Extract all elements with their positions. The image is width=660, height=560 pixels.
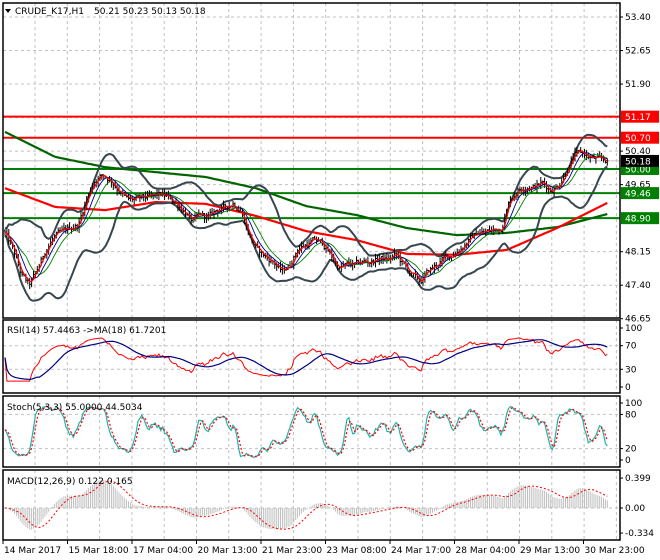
triangle-down-icon[interactable] xyxy=(5,9,11,13)
ma-blue-line xyxy=(4,152,608,279)
price-bar xyxy=(545,181,548,194)
level-label-resistance: 50.70 xyxy=(625,134,651,144)
rsi-tick-label: 100 xyxy=(625,324,642,334)
rsi-tick-label: 70 xyxy=(625,342,637,352)
time-tick-label: 24 Mar 17:00 xyxy=(391,546,451,556)
axes: 53.4052.6551.9050.4049.6548.1547.4046.65… xyxy=(2,13,659,556)
macd-signal-line xyxy=(4,480,608,530)
price-tick-label: 48.15 xyxy=(625,248,651,258)
ma-red-fast-line xyxy=(4,150,608,283)
trading-chart[interactable]: 53.4052.6551.9050.4049.6548.1547.4046.65… xyxy=(0,0,660,560)
price-bar xyxy=(30,277,33,288)
stoch-main-line xyxy=(4,405,608,459)
price-bar xyxy=(579,147,582,153)
stoch-label: Stoch(5,3,3) 55.0000 44.5034 xyxy=(7,403,143,413)
time-tick-label: 23 Mar 08:00 xyxy=(327,546,387,556)
level-label-support: 48.90 xyxy=(625,215,651,225)
level-label-resistance: 51.17 xyxy=(625,113,651,123)
time-tick-label: 17 Mar 04:00 xyxy=(133,546,193,556)
price-tick-label: 47.40 xyxy=(625,281,651,291)
time-tick-label: 21 Mar 23:00 xyxy=(262,546,322,556)
price-bar xyxy=(268,254,271,267)
macd-label: MACD(12,26,9) 0.122 0.165 xyxy=(7,477,133,487)
stochastic-panel[interactable] xyxy=(4,405,608,459)
current-price-label: 50.18 xyxy=(625,157,651,167)
stoch-tick-label: 100 xyxy=(625,399,642,409)
rsi-panel[interactable] xyxy=(4,337,608,382)
price-tick-label: 53.40 xyxy=(625,13,651,23)
price-tick-label: 52.65 xyxy=(625,47,651,57)
ma-long-green-line xyxy=(4,130,608,237)
rsi-label: RSI(14) 57.4463 ->MA(18) 61.7201 xyxy=(7,326,166,336)
rsi-tick-label: 30 xyxy=(625,365,637,375)
macd-tick-label: -0.334 xyxy=(625,529,654,539)
price-bar xyxy=(522,186,525,196)
time-tick-label: 20 Mar 13:00 xyxy=(198,546,258,556)
price-bar xyxy=(315,236,318,244)
macd-tick-label: 0.00 xyxy=(625,504,645,514)
price-bar xyxy=(435,261,438,269)
macd-panel[interactable] xyxy=(4,479,608,530)
price-bar xyxy=(399,252,402,267)
level-label-support: 49.46 xyxy=(625,190,651,200)
chart-header: CRUDE_K17,H1 50.21 50.23 50.13 50.18 xyxy=(5,7,206,17)
main-price-panel[interactable] xyxy=(3,115,620,302)
ma-green-thin-line xyxy=(4,154,608,276)
time-tick-label: 30 Mar 23:00 xyxy=(585,546,645,556)
time-tick-label: 15 Mar 18:00 xyxy=(69,546,129,556)
price-tick-label: 51.90 xyxy=(625,80,651,90)
symbol-label: CRUDE_K17,H1 xyxy=(15,7,84,17)
time-tick-label: 14 Mar 2017 xyxy=(4,546,61,556)
stoch-tick-label: 20 xyxy=(625,445,637,455)
rsi-tick-label: 0 xyxy=(625,383,631,393)
price-bar xyxy=(62,222,65,233)
grid xyxy=(3,3,620,540)
price-bar xyxy=(606,158,609,166)
time-tick-label: 28 Mar 04:00 xyxy=(456,546,516,556)
stoch-tick-label: 0 xyxy=(625,456,631,466)
time-tick-label: 29 Mar 13:00 xyxy=(520,546,580,556)
macd-tick-label: 0.399 xyxy=(625,474,651,484)
ohlc-readout: 50.21 50.23 50.13 50.18 xyxy=(94,7,206,17)
stoch-tick-label: 80 xyxy=(625,410,637,420)
